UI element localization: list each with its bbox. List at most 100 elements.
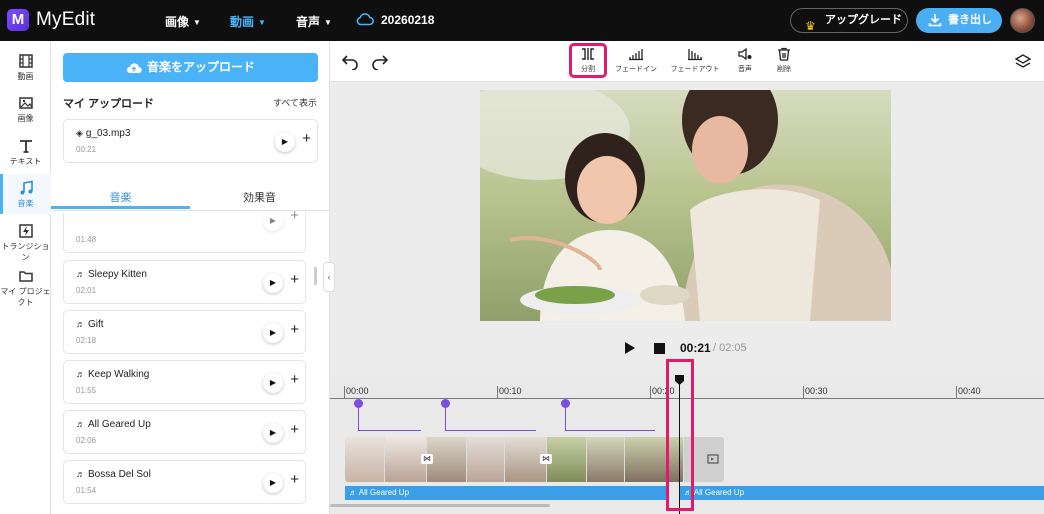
- play-button[interactable]: ▶: [263, 323, 283, 343]
- tool-label: 音声: [738, 66, 752, 73]
- total-time: / 02:05: [713, 342, 747, 354]
- track-name: ♬ Bossa Del Sol: [76, 469, 151, 480]
- upload-file-name: g_03.mp3: [85, 128, 131, 139]
- video-preview[interactable]: [480, 90, 891, 321]
- app-name[interactable]: MyEdit: [36, 9, 95, 31]
- add-button[interactable]: +: [290, 271, 299, 288]
- list-item[interactable]: ♬ All Geared Up 02:06 ▶ +: [63, 410, 306, 454]
- play-button[interactable]: ▶: [263, 211, 283, 231]
- layers-icon[interactable]: [1015, 53, 1031, 69]
- undo-icon[interactable]: [340, 52, 360, 70]
- upgrade-button[interactable]: ♛ アップグレード: [790, 8, 908, 33]
- transition-stem: [445, 406, 446, 422]
- rail-item-my-projects[interactable]: マイ プロジェクト: [0, 266, 51, 307]
- delete-button[interactable]: 削除: [772, 47, 796, 74]
- rail-item-video[interactable]: 動画: [0, 51, 51, 85]
- clip-thumbnail: [587, 437, 625, 482]
- list-item[interactable]: ♬ Sleepy Kitten 02:01 ▶ +: [63, 260, 306, 304]
- transition-marker[interactable]: ⋈: [540, 454, 552, 464]
- music-note-icon: ♬: [76, 419, 85, 429]
- play-button[interactable]: ▶: [263, 423, 283, 443]
- rail-item-music[interactable]: 音楽: [0, 174, 51, 214]
- track-duration: 02:18: [76, 336, 97, 345]
- video-track[interactable]: [345, 437, 684, 482]
- cloud-icon[interactable]: [356, 12, 374, 26]
- timeline-scrollbar[interactable]: [330, 504, 550, 507]
- current-time: 00:21: [680, 341, 711, 355]
- text-icon: [19, 140, 32, 153]
- add-button[interactable]: +: [290, 421, 299, 438]
- volume-button[interactable]: 音声: [733, 47, 757, 74]
- track-duration: 02:01: [76, 286, 97, 295]
- chevron-down-icon: ▼: [258, 18, 266, 27]
- nav-video[interactable]: 動画 ▼: [230, 13, 266, 30]
- split-icon: [582, 48, 594, 60]
- add-button[interactable]: +: [290, 321, 299, 338]
- fade-in-button[interactable]: フェードイン: [611, 47, 661, 74]
- play-icon[interactable]: [624, 341, 636, 355]
- track-duration: 02:06: [76, 436, 97, 445]
- rail-label: マイ プロジェクト: [0, 287, 51, 307]
- chevron-left-icon: ‹: [327, 272, 331, 282]
- cloud-upload-icon: [126, 63, 142, 74]
- clip-thumbnail: [467, 437, 505, 482]
- play-button[interactable]: ▶: [263, 373, 283, 393]
- stop-button[interactable]: [654, 343, 665, 354]
- active-tab-indicator: [51, 206, 190, 209]
- film-icon: [18, 54, 33, 68]
- project-name[interactable]: 20260218: [381, 13, 434, 27]
- list-item[interactable]: ♬ Bossa Del Sol 01:54 ▶ +: [63, 460, 306, 504]
- play-button[interactable]: ▶: [263, 473, 283, 493]
- collapse-panel-button[interactable]: ‹: [323, 262, 335, 292]
- music-note-icon: ♬: [76, 269, 85, 279]
- timeline[interactable]: 00:00 00:10 00:20 00:30 00:40 ⋈ ⋈ ♬ All …: [330, 359, 1044, 514]
- clip-thumbnail: [345, 437, 385, 482]
- add-button[interactable]: +: [290, 207, 299, 224]
- play-button[interactable]: ▶: [275, 132, 295, 152]
- audio-clip[interactable]: ♬ All Geared Up: [345, 486, 669, 500]
- tab-sound-effects[interactable]: 効果音: [190, 189, 329, 205]
- add-button[interactable]: +: [290, 371, 299, 388]
- fade-in-icon: [629, 49, 643, 61]
- tool-label: 分割: [581, 66, 595, 73]
- play-button[interactable]: ▶: [263, 273, 283, 293]
- track-title: Bossa Del Sol: [88, 469, 151, 480]
- add-button[interactable]: +: [290, 471, 299, 488]
- logo-icon[interactable]: M: [7, 9, 29, 31]
- image-icon: [18, 97, 33, 109]
- editor-toolbar: 分割 フェードイン フェードアウト 音声 削除: [330, 41, 1044, 82]
- rail-item-text[interactable]: テキスト: [0, 136, 51, 172]
- upgrade-label: アップグレード: [825, 14, 902, 26]
- list-item[interactable]: ♬ Keep Walking 01:55 ▶ +: [63, 360, 306, 404]
- nav-video-label: 動画: [230, 15, 255, 29]
- upload-item[interactable]: ◈ g_03.mp3 00:21 ▶ +: [63, 119, 318, 163]
- export-button[interactable]: 書き出し: [916, 8, 1002, 33]
- panel-scrollbar[interactable]: [314, 267, 317, 285]
- list-item[interactable]: 01:48 ▶ +: [63, 207, 306, 253]
- avatar[interactable]: [1010, 8, 1035, 33]
- nav-image-label: 画像: [165, 15, 190, 29]
- rail-item-transition[interactable]: トランジション: [0, 221, 51, 262]
- chevron-down-icon: ▼: [193, 18, 201, 27]
- list-item[interactable]: ♬ Gift 02:18 ▶ +: [63, 310, 306, 354]
- nav-audio[interactable]: 音声 ▼: [296, 13, 332, 30]
- redo-icon[interactable]: [370, 52, 390, 70]
- rail-label: トランジション: [1, 242, 50, 262]
- rail-label: 画像: [17, 114, 34, 123]
- tab-music[interactable]: 音楽: [51, 189, 190, 205]
- left-rail: 動画 画像 テキスト 音楽 トランジション マイ プロジェクト: [0, 41, 51, 514]
- tool-label: 削除: [777, 66, 791, 73]
- add-button[interactable]: +: [302, 130, 311, 147]
- transition-stem: [358, 406, 359, 422]
- upload-music-button[interactable]: 音楽をアップロード: [63, 53, 318, 82]
- fade-out-button[interactable]: フェードアウト: [668, 47, 722, 74]
- tool-label: フェードアウト: [670, 66, 720, 73]
- music-note-icon: ♬: [76, 469, 85, 479]
- nav-image[interactable]: 画像 ▼: [165, 13, 201, 30]
- clip-thumbnail: [427, 437, 467, 482]
- split-button[interactable]: 分割: [569, 43, 607, 78]
- audio-clip[interactable]: ♬ All Geared Up: [680, 486, 1044, 500]
- rail-item-image[interactable]: 画像: [0, 93, 51, 127]
- show-all-link[interactable]: すべて表示: [273, 96, 317, 109]
- transition-marker[interactable]: ⋈: [421, 454, 433, 464]
